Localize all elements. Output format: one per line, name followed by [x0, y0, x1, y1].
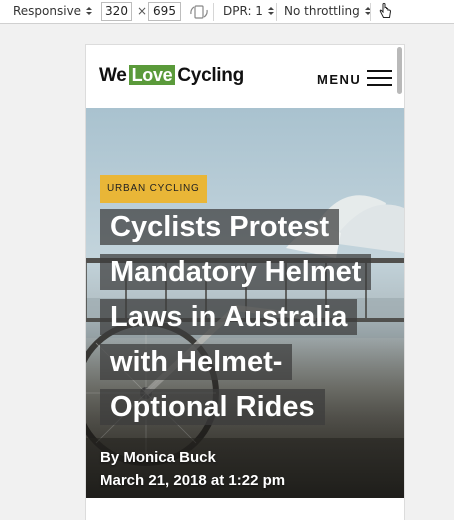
menu-label[interactable]: MENU — [317, 72, 361, 87]
height-input[interactable]: 695 — [148, 2, 181, 21]
toolbar-divider — [370, 3, 371, 21]
category-badge[interactable]: URBAN CYCLING — [100, 175, 207, 203]
site-header: We Love Cycling MENU — [86, 45, 404, 108]
logo-word-we: We — [99, 65, 127, 86]
site-logo[interactable]: We Love Cycling — [99, 65, 244, 87]
dimension-separator: × — [137, 4, 148, 18]
device-toolbar: Responsive 320 × 695 DPR: 1 No throttlin… — [0, 0, 454, 24]
device-select-label: Responsive — [13, 4, 82, 18]
width-input[interactable]: 320 — [101, 2, 132, 21]
logo-word-cycling: Cycling — [177, 65, 244, 86]
hero-image: URBAN CYCLING Cyclists Protest Mandatory… — [86, 108, 404, 498]
article-title-text: Cyclists Protest Mandatory Helmet Laws i… — [100, 209, 372, 425]
publish-date: March 21, 2018 at 1:22 pm — [100, 472, 286, 489]
logo-word-love: Love — [128, 65, 176, 85]
throttling-select[interactable]: No throttling — [284, 0, 371, 24]
device-viewport: We Love Cycling MENU URBAN CYCLING Cycli… — [85, 44, 405, 520]
author-line[interactable]: By Monica Buck — [100, 446, 285, 469]
article-title: Cyclists Protest Mandatory Helmet Laws i… — [100, 205, 395, 430]
hamburger-menu-icon[interactable] — [367, 70, 392, 87]
dpr-select-label: DPR: 1 — [223, 4, 263, 18]
toolbar-divider — [276, 3, 277, 21]
rotate-icon[interactable] — [190, 4, 208, 28]
select-arrows-icon — [86, 7, 92, 15]
touch-cursor-icon[interactable] — [378, 2, 392, 26]
dpr-select[interactable]: DPR: 1 — [223, 0, 274, 24]
device-select[interactable]: Responsive — [13, 0, 92, 24]
viewport-scrollbar[interactable] — [397, 47, 402, 94]
article-byline: By Monica Buck March 21, 2018 at 1:22 pm — [100, 446, 285, 492]
select-arrows-icon — [268, 7, 274, 15]
toolbar-divider — [213, 3, 214, 21]
throttling-select-label: No throttling — [284, 4, 360, 18]
